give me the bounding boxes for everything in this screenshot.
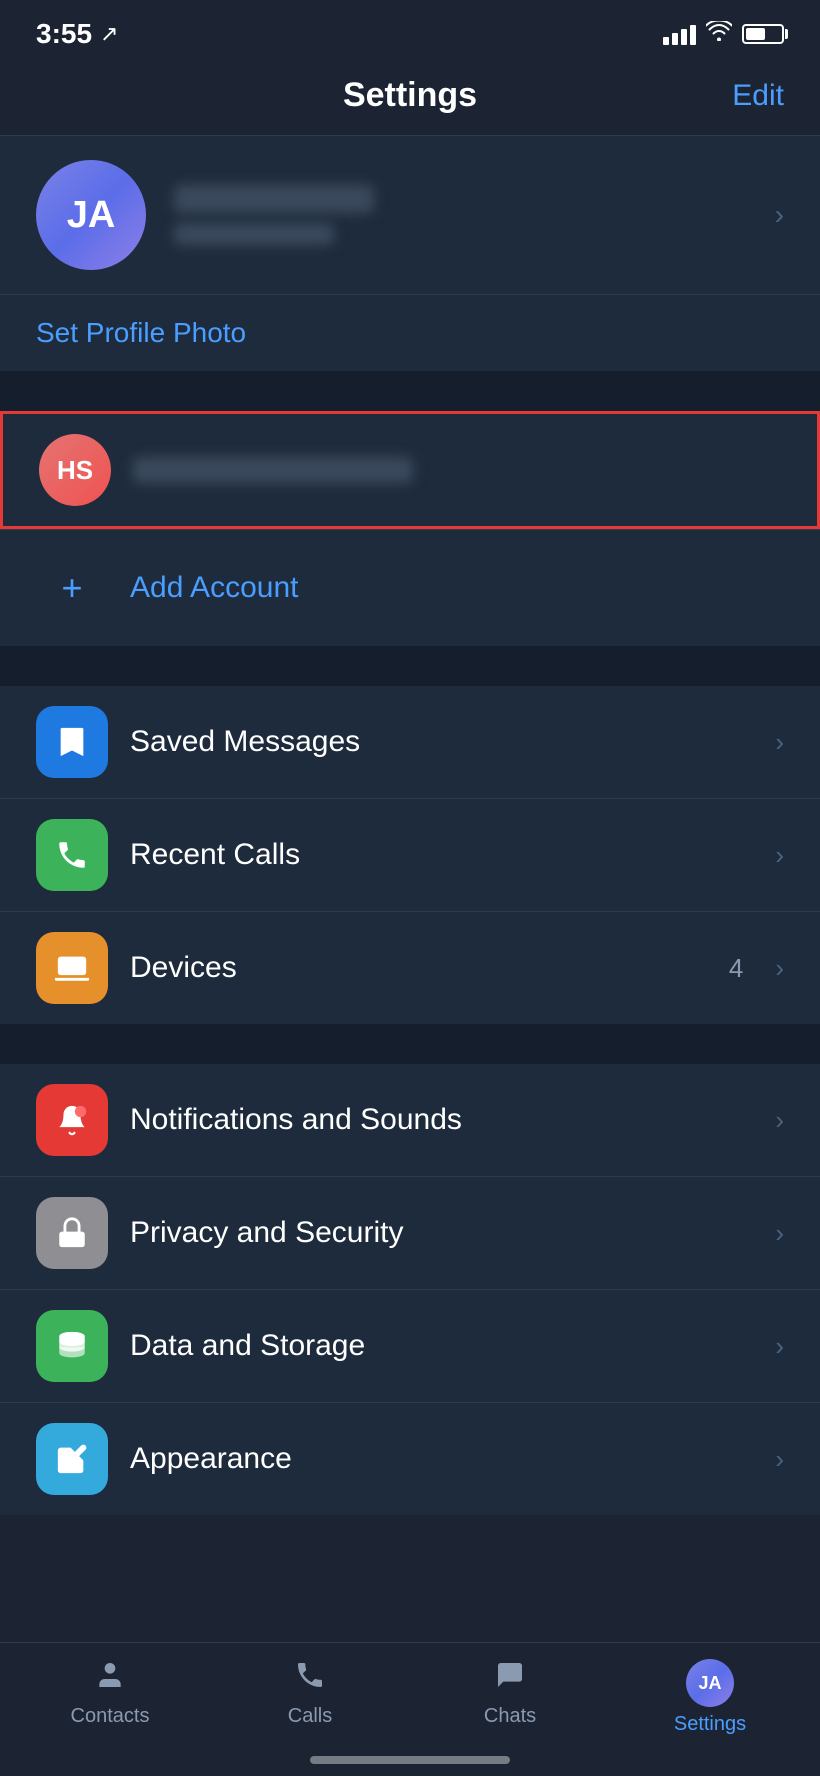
bookmark-icon [55, 725, 89, 759]
notifications-icon-wrap [36, 1084, 108, 1156]
battery-icon [742, 24, 784, 44]
calls-tab-icon [294, 1659, 326, 1699]
signal-bars-icon [663, 23, 696, 45]
menu-section-2: Notifications and Sounds › Privacy and S… [0, 1064, 820, 1515]
set-profile-photo-section[interactable]: Set Profile Photo [0, 294, 820, 371]
saved-messages-label: Saved Messages [130, 725, 753, 759]
devices-icon-wrap [36, 932, 108, 1004]
avatar-initials: JA [67, 194, 116, 237]
appearance-label: Appearance [130, 1442, 753, 1476]
account-hs-name-blurred [133, 457, 413, 483]
recent-calls-icon-wrap [36, 819, 108, 891]
privacy-icon-wrap [36, 1197, 108, 1269]
set-profile-photo-label[interactable]: Set Profile Photo [36, 317, 246, 348]
contacts-tab-icon [94, 1659, 126, 1699]
chats-tab-label: Chats [484, 1705, 536, 1728]
menu-item-saved-messages[interactable]: Saved Messages › [0, 686, 820, 798]
devices-chevron-icon: › [775, 953, 784, 984]
tab-contacts[interactable]: Contacts [10, 1659, 210, 1736]
menu-item-devices[interactable]: Devices 4 › [0, 911, 820, 1024]
appearance-icon-wrap [36, 1423, 108, 1495]
phone-icon [55, 838, 89, 872]
avatar: JA [36, 160, 146, 270]
add-account-label[interactable]: Add Account [130, 571, 298, 605]
notifications-chevron-icon: › [775, 1105, 784, 1136]
tab-calls[interactable]: Calls [210, 1659, 410, 1736]
privacy-chevron-icon: › [775, 1218, 784, 1249]
tab-chats[interactable]: Chats [410, 1659, 610, 1736]
settings-tab-initials: JA [698, 1673, 721, 1694]
devices-badge: 4 [729, 953, 743, 984]
calls-tab-label: Calls [288, 1705, 332, 1728]
privacy-label: Privacy and Security [130, 1216, 753, 1250]
profile-info [174, 185, 747, 245]
profile-name-blurred [174, 185, 374, 213]
account-section: HS + Add Account [0, 411, 820, 646]
account-hs-item[interactable]: HS [0, 411, 820, 529]
settings-tab-avatar: JA [686, 1659, 734, 1707]
home-indicator [310, 1756, 510, 1764]
status-time: 3:55 [36, 18, 92, 50]
menu-item-recent-calls[interactable]: Recent Calls › [0, 798, 820, 911]
saved-messages-icon-wrap [36, 706, 108, 778]
recent-calls-chevron-icon: › [775, 840, 784, 871]
nav-header: Settings Edit [0, 60, 820, 135]
section-gap-1 [0, 371, 820, 411]
recent-calls-label: Recent Calls [130, 838, 753, 872]
contacts-tab-label: Contacts [71, 1705, 150, 1728]
section-gap-2 [0, 646, 820, 686]
add-plus-icon: + [36, 552, 108, 624]
profile-phone-blurred [174, 223, 334, 245]
account-hs-avatar: HS [39, 434, 111, 506]
location-icon: ↗ [100, 21, 118, 47]
menu-item-notifications[interactable]: Notifications and Sounds › [0, 1064, 820, 1176]
status-bar: 3:55 ↗ [0, 0, 820, 60]
data-chevron-icon: › [775, 1331, 784, 1362]
menu-item-data[interactable]: Data and Storage › [0, 1289, 820, 1402]
section-gap-3 [0, 1024, 820, 1064]
pen-icon [55, 1442, 89, 1476]
add-account-item[interactable]: + Add Account [0, 529, 820, 646]
menu-item-appearance[interactable]: Appearance › [0, 1402, 820, 1515]
devices-label: Devices [130, 951, 707, 985]
saved-messages-chevron-icon: › [775, 727, 784, 758]
notifications-label: Notifications and Sounds [130, 1103, 753, 1137]
appearance-chevron-icon: › [775, 1444, 784, 1475]
wifi-icon [706, 21, 732, 47]
menu-item-privacy[interactable]: Privacy and Security › [0, 1176, 820, 1289]
chats-tab-icon [494, 1659, 526, 1699]
data-label: Data and Storage [130, 1329, 753, 1363]
profile-row[interactable]: JA › [0, 136, 820, 294]
tab-settings[interactable]: JA Settings [610, 1659, 810, 1736]
bell-icon [55, 1103, 89, 1137]
page-title: Settings [343, 76, 477, 115]
profile-chevron-icon: › [775, 199, 784, 231]
lock-icon [55, 1216, 89, 1250]
laptop-icon [55, 951, 89, 985]
settings-tab-label: Settings [674, 1713, 746, 1736]
data-icon-wrap [36, 1310, 108, 1382]
layers-icon [55, 1329, 89, 1363]
account-hs-initials: HS [57, 455, 93, 486]
edit-button[interactable]: Edit [732, 79, 784, 113]
menu-section-1: Saved Messages › Recent Calls › Devices … [0, 686, 820, 1024]
status-icons [663, 21, 784, 47]
